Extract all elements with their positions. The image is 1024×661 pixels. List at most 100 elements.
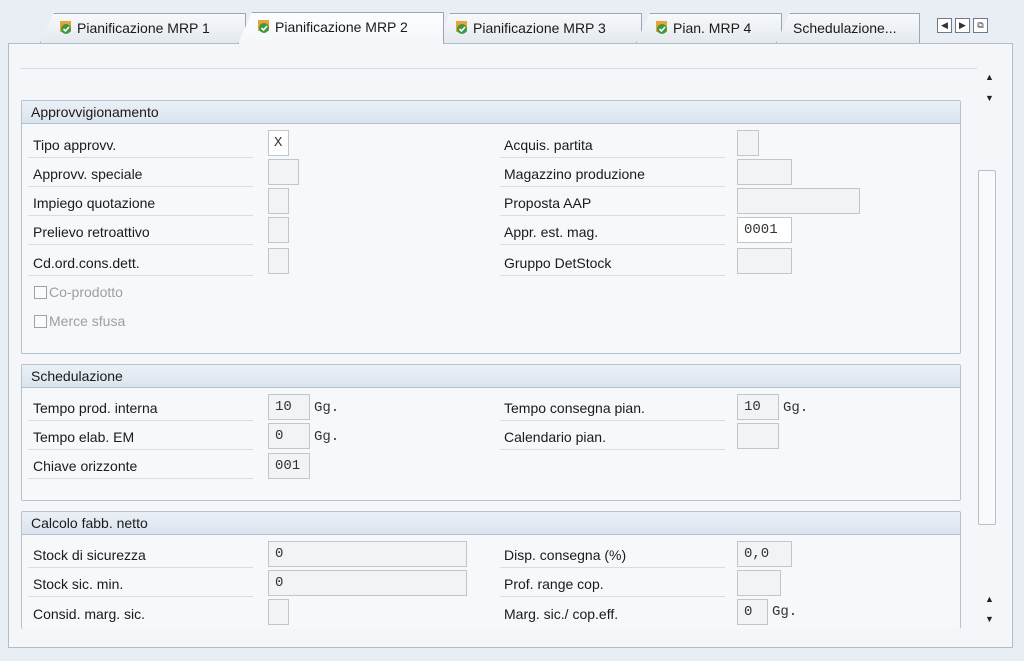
divider	[28, 186, 253, 187]
appr-est-mag-label: Appr. est. mag.	[504, 224, 599, 240]
group-title: Approvvigionamento	[22, 101, 960, 124]
group-schedulazione: Schedulazione	[21, 364, 961, 501]
divider	[500, 215, 725, 216]
divider	[28, 567, 253, 568]
tab-pianificazione-mrp-2[interactable]: Pianificazione MRP 2	[238, 12, 444, 44]
divider	[500, 596, 725, 597]
unit-days: Gg.	[314, 400, 340, 416]
calendario-pian-field[interactable]	[737, 423, 779, 449]
tab-pianificazione-mrp-1[interactable]: Pianificazione MRP 1	[40, 13, 246, 43]
consid-marg-sic-field[interactable]	[268, 599, 289, 625]
disp-consegna-label: Disp. consegna (%)	[504, 547, 627, 563]
divider	[28, 596, 253, 597]
divider	[20, 68, 977, 69]
status-check-icon	[656, 21, 667, 34]
merce-sfusa-label: Merce sfusa	[49, 313, 126, 329]
impiego-quotazione-label: Impiego quotazione	[33, 195, 156, 211]
tempo-consegna-pian-field[interactable]: 10	[737, 394, 779, 420]
appr-est-mag-field[interactable]: 0001	[737, 217, 792, 243]
status-check-icon	[258, 20, 269, 33]
arrow-right-icon: ▶	[959, 20, 966, 30]
scroll-down-icon[interactable]: ▼	[985, 93, 994, 103]
marg-sic-cop-eff-field[interactable]: 0	[737, 599, 768, 625]
stock-sic-min-label: Stock sic. min.	[33, 576, 124, 592]
gruppo-detstock-label: Gruppo DetStock	[504, 255, 612, 271]
divider	[500, 157, 725, 158]
tab-scroll-right-button[interactable]: ▶	[955, 18, 970, 33]
prof-range-cop-label: Prof. range cop.	[504, 576, 604, 592]
divider	[500, 567, 725, 568]
tempo-prod-interna-field[interactable]: 10	[268, 394, 310, 420]
tab-scroll-left-button[interactable]: ◀	[937, 18, 952, 33]
divider	[28, 215, 253, 216]
tipo-approvv-label: Tipo approvv.	[33, 137, 117, 153]
prelievo-retroattivo-field[interactable]	[268, 217, 289, 243]
tipo-approvv-field[interactable]: X	[268, 130, 289, 156]
cd-ord-cons-dett-label: Cd.ord.cons.dett.	[33, 255, 140, 271]
impiego-quotazione-field[interactable]	[268, 188, 289, 214]
approvv-speciale-label: Approvv. speciale	[33, 166, 143, 182]
scroll-up-icon[interactable]: ▲	[985, 594, 994, 604]
tempo-elab-em-field[interactable]: 0	[268, 423, 310, 449]
stock-di-sicurezza-label: Stock di sicurezza	[33, 547, 146, 563]
calendario-pian-label: Calendario pian.	[504, 429, 606, 445]
tab-schedulazione[interactable]: Schedulazione...	[776, 13, 920, 43]
chiave-orizzonte-label: Chiave orizzonte	[33, 458, 138, 474]
approvv-speciale-field[interactable]	[268, 159, 299, 185]
unit-days: Gg.	[783, 400, 809, 416]
divider	[28, 275, 253, 276]
status-check-icon	[60, 21, 71, 34]
group-title: Schedulazione	[22, 365, 960, 388]
unit-days: Gg.	[772, 604, 798, 620]
unit-days: Gg.	[314, 429, 340, 445]
acquis-partita-label: Acquis. partita	[504, 137, 593, 153]
stock-sic-min-field[interactable]: 0	[268, 570, 467, 596]
co-prodotto-checkbox[interactable]	[34, 286, 47, 299]
divider	[28, 478, 253, 479]
group-calcolo-fabb-netto: Calcolo fabb. netto	[21, 511, 961, 629]
tab-list-icon: ⧉	[977, 20, 984, 30]
tab-pianificazione-mrp-3[interactable]: Pianificazione MRP 3	[436, 13, 642, 43]
acquis-partita-field[interactable]	[737, 130, 759, 156]
tab-label: Pian. MRP 4	[673, 20, 752, 36]
magazzino-produzione-field[interactable]	[737, 159, 792, 185]
tempo-prod-interna-label: Tempo prod. interna	[33, 400, 158, 416]
divider	[500, 186, 725, 187]
tab-list-button[interactable]: ⧉	[973, 18, 988, 33]
co-prodotto-label: Co-prodotto	[49, 284, 123, 300]
marg-sic-cop-eff-label: Marg. sic./ cop.eff.	[504, 606, 619, 622]
proposta-aap-field[interactable]	[737, 188, 860, 214]
proposta-aap-label: Proposta AAP	[504, 195, 592, 211]
group-approvvigionamento: Approvvigionamento	[21, 100, 961, 354]
divider	[28, 420, 253, 421]
tempo-elab-em-label: Tempo elab. EM	[33, 429, 135, 445]
prof-range-cop-field[interactable]	[737, 570, 781, 596]
tempo-consegna-pian-label: Tempo consegna pian.	[504, 400, 645, 416]
status-check-icon	[456, 21, 467, 34]
gruppo-detstock-field[interactable]	[737, 248, 792, 274]
stock-di-sicurezza-field[interactable]: 0	[268, 541, 467, 567]
divider	[500, 275, 725, 276]
consid-marg-sic-label: Consid. marg. sic.	[33, 606, 146, 622]
disp-consegna-field[interactable]: 0,0	[737, 541, 792, 567]
merce-sfusa-checkbox[interactable]	[34, 315, 47, 328]
scrollbar-thumb[interactable]	[978, 170, 996, 525]
divider	[500, 244, 725, 245]
divider	[500, 420, 725, 421]
arrow-left-icon: ◀	[941, 20, 948, 30]
chiave-orizzonte-field[interactable]: 001	[268, 453, 310, 479]
divider	[28, 244, 253, 245]
scroll-up-icon[interactable]: ▲	[985, 72, 994, 82]
scroll-down-icon[interactable]: ▼	[985, 614, 994, 624]
tab-bar: Pianificazione MRP 1 Pianificazione MRP …	[0, 0, 1024, 44]
divider	[28, 157, 253, 158]
tab-label: Pianificazione MRP 3	[473, 20, 606, 36]
group-title: Calcolo fabb. netto	[22, 512, 960, 535]
tab-pian-mrp-4[interactable]: Pian. MRP 4	[636, 13, 782, 43]
divider	[28, 449, 253, 450]
divider	[500, 449, 725, 450]
cd-ord-cons-dett-field[interactable]	[268, 248, 289, 274]
tab-label: Schedulazione...	[793, 20, 897, 36]
magazzino-produzione-label: Magazzino produzione	[504, 166, 645, 182]
tab-label: Pianificazione MRP 2	[275, 19, 408, 35]
